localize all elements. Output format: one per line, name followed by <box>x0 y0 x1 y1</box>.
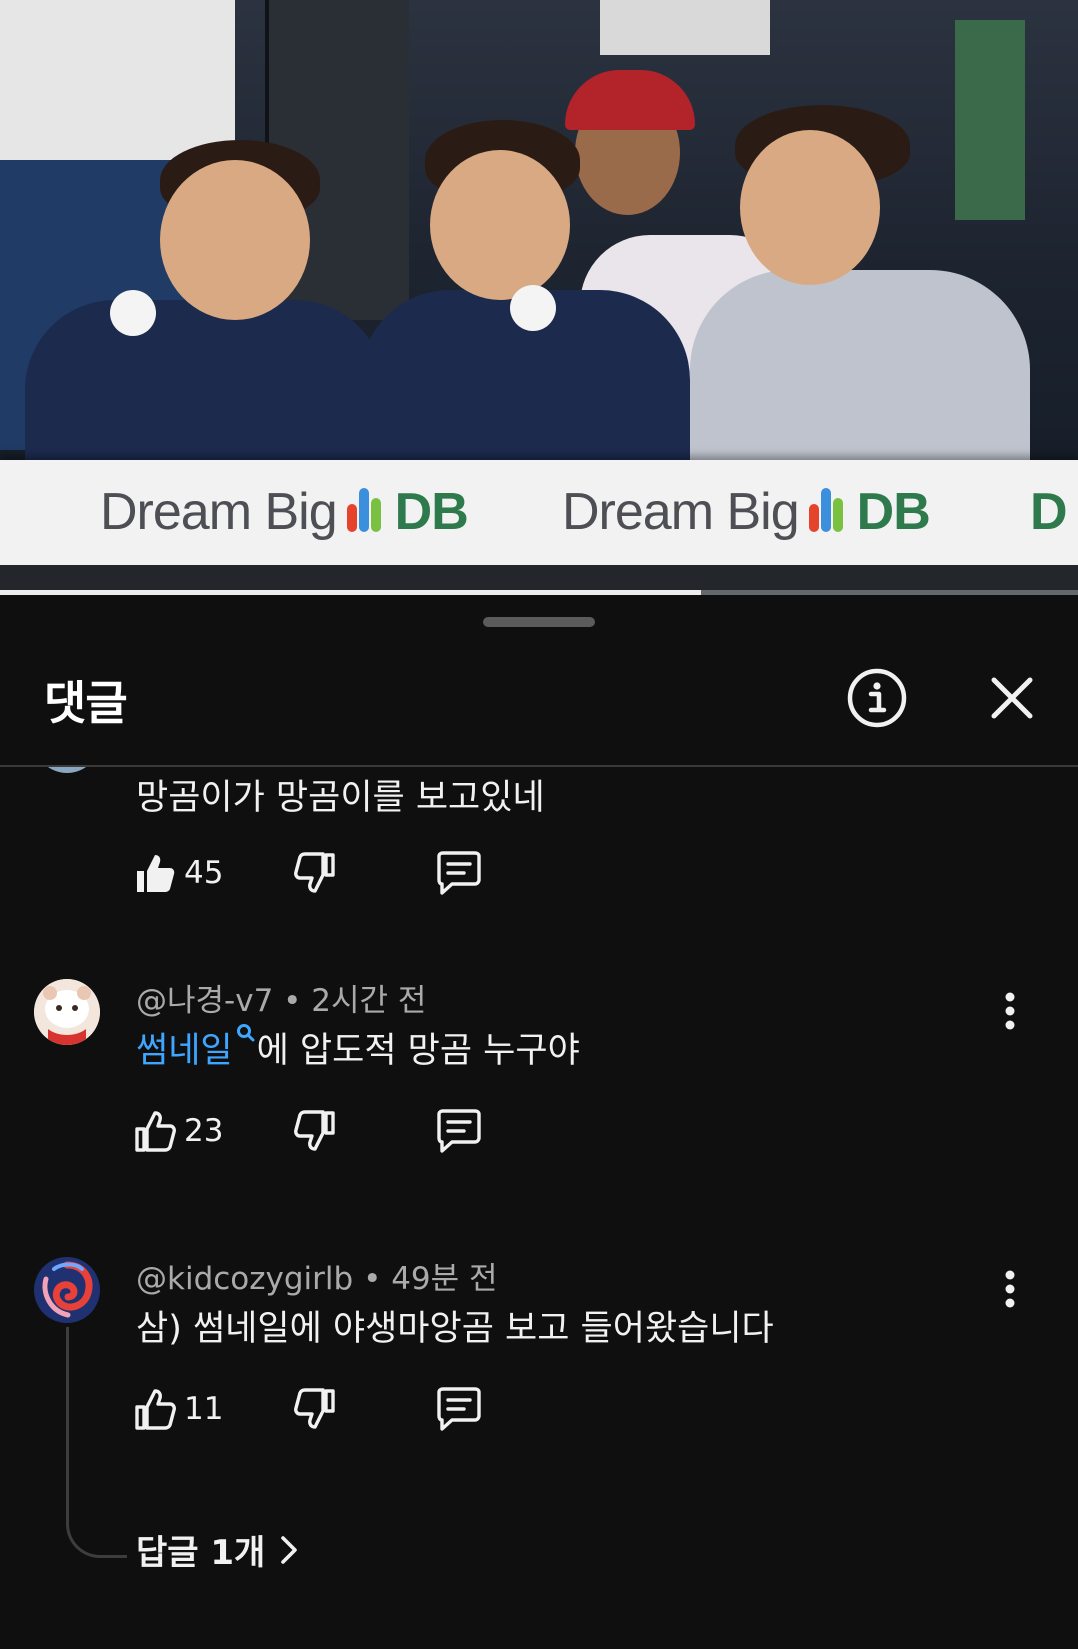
dugout-banner: Dream Big DB Dream Big DB D <box>0 460 1078 565</box>
avatar-image <box>34 979 100 1045</box>
dislike-button[interactable] <box>294 1103 336 1159</box>
video-background <box>600 0 770 55</box>
thumb-down-icon <box>294 1110 335 1151</box>
db-logo-icon <box>346 488 381 536</box>
replies-label: 답글 1개 <box>136 1533 266 1573</box>
banner-brand: DB <box>394 483 469 541</box>
banner-logo: Dream Big DB <box>100 482 469 542</box>
avatar[interactable] <box>34 979 100 1045</box>
comment-reply-icon <box>437 1109 481 1153</box>
like-button[interactable]: 11 <box>134 1381 223 1437</box>
baseball <box>510 285 556 331</box>
thumb-down-icon <box>294 1388 335 1429</box>
comments-panel: 댓글 망곰이가 망곰이를 보고있네 45 @나경-v7 • 2시간 전 썸네일 … <box>0 595 1078 1649</box>
info-button[interactable] <box>844 665 910 731</box>
close-icon <box>991 677 1033 719</box>
like-button[interactable]: 45 <box>134 845 223 901</box>
avatar[interactable] <box>34 1257 100 1323</box>
thumb-up-icon <box>135 1111 176 1152</box>
comment-reply-icon <box>437 1387 481 1431</box>
player-head <box>160 160 310 320</box>
close-button[interactable] <box>979 665 1045 731</box>
player-head <box>740 130 880 285</box>
comment-reply-icon <box>437 851 481 895</box>
reply-button[interactable] <box>434 845 484 901</box>
comment-text: 삼) 썸네일에 야생마앙곰 보고 들어왔습니다 <box>136 1309 774 1349</box>
banner-brand-partial: D <box>1030 483 1068 541</box>
video-background <box>0 0 235 160</box>
player-head <box>430 150 570 300</box>
search-icon <box>236 1024 255 1042</box>
like-count: 45 <box>184 855 224 891</box>
thumb-up-filled-icon <box>137 855 175 892</box>
search-link[interactable]: 썸네일 <box>136 1024 257 1071</box>
video-background <box>955 20 1025 220</box>
banner-text: Dream Big <box>562 483 800 541</box>
baseball <box>110 290 156 336</box>
db-logo-icon <box>808 488 843 536</box>
comment-text: 망곰이가 망곰이를 보고있네 <box>136 778 545 818</box>
banner-text: Dream Big <box>100 483 338 541</box>
avatar[interactable] <box>34 767 100 773</box>
meta-separator: • <box>363 1261 392 1297</box>
info-circle-icon <box>847 668 907 728</box>
avatar-image <box>34 1257 100 1323</box>
more-vert-icon <box>1005 992 1015 1030</box>
panel-title: 댓글 <box>44 676 128 730</box>
comment-author[interactable]: @kidcozygirlb <box>136 1261 353 1297</box>
like-count: 11 <box>184 1391 224 1427</box>
comment-text: 썸네일 에 압도적 망곰 누구야 <box>136 1022 580 1073</box>
search-link-text: 썸네일 <box>136 1031 233 1071</box>
comment-time: 2시간 전 <box>311 983 427 1019</box>
banner-logo: Dream Big DB <box>562 482 931 542</box>
dislike-button[interactable] <box>294 1381 336 1437</box>
more-options-button[interactable] <box>990 1259 1030 1319</box>
comment-meta: @kidcozygirlb • 49분 전 <box>136 1253 498 1298</box>
drag-handle[interactable] <box>483 617 595 627</box>
more-vert-icon <box>1005 1270 1015 1308</box>
thread-connector <box>66 1327 127 1558</box>
view-replies-button[interactable]: 답글 1개 <box>136 1525 299 1574</box>
player-figure <box>690 270 1030 480</box>
comment-list[interactable]: 망곰이가 망곰이를 보고있네 45 @나경-v7 • 2시간 전 썸네일 에 압… <box>0 767 1078 1649</box>
more-options-button[interactable] <box>990 981 1030 1041</box>
banner-brand: DB <box>856 483 931 541</box>
comment-text-rest: 에 압도적 망곰 누구야 <box>256 1031 580 1071</box>
comment-meta: @나경-v7 • 2시간 전 <box>136 975 426 1020</box>
banner-logo: D <box>1030 482 1068 542</box>
thumb-up-icon <box>135 1389 176 1430</box>
reply-button[interactable] <box>434 1103 484 1159</box>
comment-time: 49분 전 <box>391 1261 498 1297</box>
dislike-button[interactable] <box>294 845 336 901</box>
meta-separator: • <box>283 983 312 1019</box>
like-button[interactable]: 23 <box>134 1103 223 1159</box>
comment-author[interactable]: @나경-v7 <box>136 983 273 1019</box>
video-player[interactable]: Dream Big DB Dream Big DB D <box>0 0 1078 595</box>
thumb-down-icon <box>294 852 335 893</box>
player-figure <box>25 300 385 480</box>
reply-button[interactable] <box>434 1381 484 1437</box>
chevron-right-icon <box>281 1535 298 1564</box>
player-cap <box>565 70 695 130</box>
like-count: 23 <box>184 1113 224 1149</box>
